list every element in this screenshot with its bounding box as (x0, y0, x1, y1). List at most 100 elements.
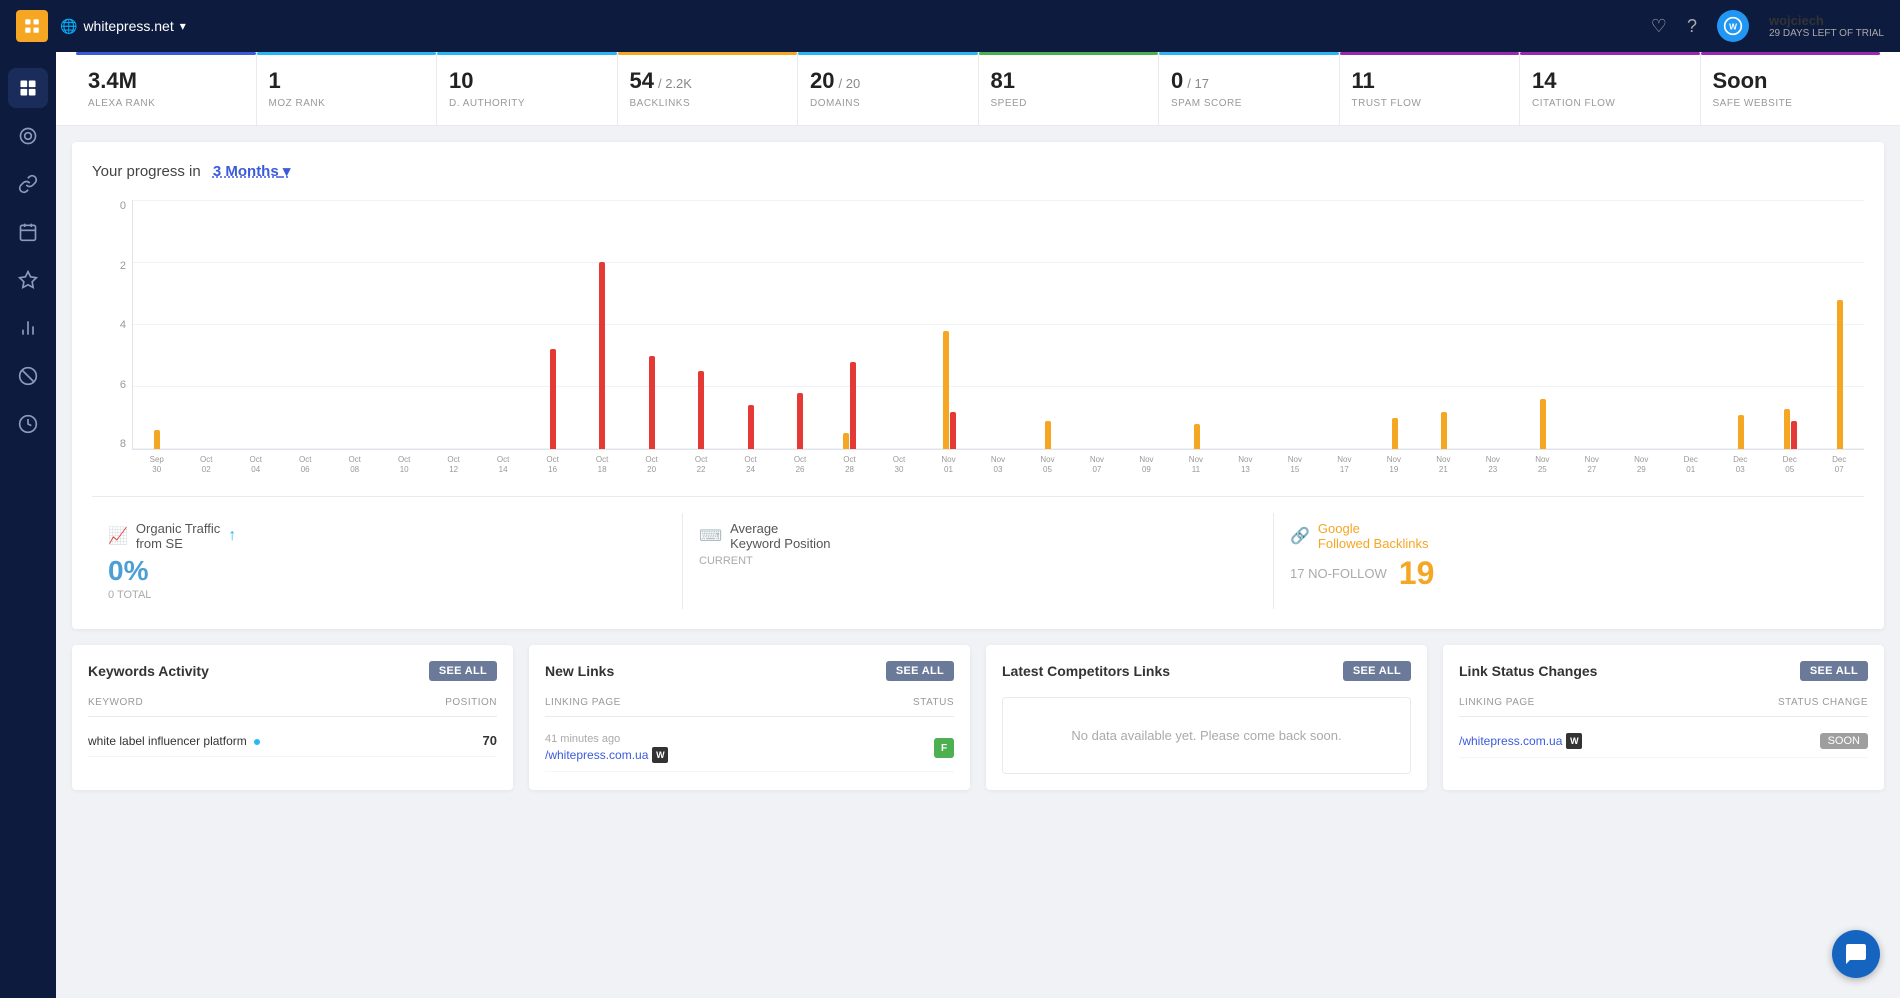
chart-x-label: Nov11 (1171, 455, 1220, 474)
metric-value: 81 (991, 68, 1147, 94)
user-info[interactable]: wojciech 29 DAYS LEFT OF TRIAL (1769, 13, 1884, 39)
chart-y-label: 4 (92, 319, 132, 331)
metric-label: MOZ RANK (269, 98, 425, 109)
chart-x-label: Nov09 (1122, 455, 1171, 474)
chart-x-label: Oct14 (478, 455, 527, 474)
sidebar-item-block[interactable] (8, 356, 48, 396)
domain-name: whitepress.net (83, 18, 173, 34)
bar-group (1024, 200, 1072, 449)
link-url: /whitepress.com.ua W (545, 747, 668, 763)
sidebar-item-links[interactable] (8, 164, 48, 204)
stat-label-keyword: AverageKeyword Position (730, 521, 830, 551)
bar-group (1470, 200, 1518, 449)
bar-group (1519, 200, 1567, 449)
sidebar-item-calendar[interactable] (8, 212, 48, 252)
trend-icon: 📈 (108, 526, 128, 546)
bar-group (1767, 200, 1815, 449)
svg-text:W: W (1729, 21, 1737, 31)
sidebar (0, 52, 56, 998)
link-status-row: /whitepress.com.ua W SOON (1459, 725, 1868, 758)
chart-x-label: Nov05 (1023, 455, 1072, 474)
chart-x-label: Oct22 (676, 455, 725, 474)
favicon2: W (1566, 733, 1582, 749)
metrics-bar: 3.4MALEXA RANK1MOZ RANK10D. AUTHORITY54/… (56, 52, 1900, 126)
traffic-value: 0% (108, 555, 666, 587)
card-keywords-header: Keywords Activity SEE ALL (88, 661, 497, 681)
bar-group (678, 200, 726, 449)
card-competitor-title: Latest Competitors Links (1002, 663, 1170, 679)
keywords-see-all-button[interactable]: SEE ALL (429, 661, 497, 681)
status-link-url: /whitepress.com.ua W (1459, 733, 1582, 749)
metric-value: 54/ 2.2K (630, 68, 786, 94)
bar-group (1420, 200, 1468, 449)
bar-group (183, 200, 231, 449)
chat-button[interactable] (1832, 930, 1880, 978)
card-link-status-title: Link Status Changes (1459, 663, 1597, 679)
chart-x-label: Dec01 (1666, 455, 1715, 474)
chart-y-label: 6 (92, 379, 132, 391)
bar-group (826, 200, 874, 449)
link-status-badge: F (934, 738, 954, 758)
heart-icon[interactable]: ♡ (1651, 16, 1667, 37)
card-competitor-links: Latest Competitors Links SEE ALL No data… (986, 645, 1427, 790)
domain-selector[interactable]: 🌐 whitepress.net ▾ (60, 18, 186, 35)
sidebar-item-time[interactable] (8, 404, 48, 444)
metric-spam-score: 0/ 17SPAM SCORE (1159, 52, 1340, 125)
metric-label: SPAM SCORE (1171, 98, 1327, 109)
stat-keyword-position: ⌨ AverageKeyword Position CURRENT (683, 513, 1274, 609)
chart-x-label: Sep30 (132, 455, 181, 474)
card-link-status: Link Status Changes SEE ALL LINKING PAGE… (1443, 645, 1884, 790)
progress-header: Your progress in 3 Months ▾ (92, 162, 1864, 180)
link-status-col-headers: LINKING PAGE STATUS CHANGE (1459, 697, 1868, 717)
sidebar-item-tools[interactable] (8, 260, 48, 300)
sidebar-item-dashboard[interactable] (8, 68, 48, 108)
new-link-row: 41 minutes ago /whitepress.com.ua W F (545, 725, 954, 772)
metric-backlinks: 54/ 2.2KBACKLINKS (618, 52, 799, 125)
link-status-see-all-button[interactable]: SEE ALL (1800, 661, 1868, 681)
keyword-text: white label influencer platform (88, 734, 260, 748)
linking-page-col: LINKING PAGE (545, 697, 621, 708)
bar-group (579, 200, 627, 449)
chevron-down-icon: ▾ (180, 19, 186, 33)
bar-group (1817, 200, 1865, 449)
chart-x-label: Nov13 (1221, 455, 1270, 474)
help-icon[interactable]: ? (1687, 16, 1697, 37)
sidebar-item-analytics[interactable] (8, 116, 48, 156)
chart-x-label: Nov23 (1468, 455, 1517, 474)
main-content: 3.4MALEXA RANK1MOZ RANK10D. AUTHORITY54/… (56, 52, 1900, 806)
period-selector[interactable]: 3 Months ▾ (213, 162, 291, 180)
bar-group (876, 200, 924, 449)
globe-icon: 🌐 (60, 18, 77, 35)
new-links-see-all-button[interactable]: SEE ALL (886, 661, 954, 681)
status-change-col: STATUS CHANGE (1778, 697, 1868, 708)
linking-page-col2: LINKING PAGE (1459, 697, 1535, 708)
bar-group (1321, 200, 1369, 449)
keywords-col-headers: KEYWORD POSITION (88, 697, 497, 717)
chart-x-label: Nov07 (1072, 455, 1121, 474)
bar-group (1222, 200, 1270, 449)
bar-group (777, 200, 825, 449)
sidebar-item-chart[interactable] (8, 308, 48, 348)
progress-prefix: Your progress in (92, 163, 201, 180)
metric-alexa-rank: 3.4MALEXA RANK (76, 52, 257, 125)
bar-group (628, 200, 676, 449)
stat-header-keyword: ⌨ AverageKeyword Position (699, 521, 1257, 551)
chart-x-label: Nov25 (1518, 455, 1567, 474)
chart-x-label: Nov19 (1369, 455, 1418, 474)
bar-group (1569, 200, 1617, 449)
chart-x-label: Oct16 (528, 455, 577, 474)
link-time: 41 minutes ago (545, 733, 668, 745)
card-new-links-title: New Links (545, 663, 614, 679)
bar-group (331, 200, 379, 449)
stat-organic-traffic: 📈 Organic Trafficfrom SE ↑ 0% 0 TOTAL (92, 513, 683, 609)
cards-row: Keywords Activity SEE ALL KEYWORD POSITI… (56, 645, 1900, 806)
metric-label: ALEXA RANK (88, 98, 244, 109)
chart-x-label: Nov15 (1270, 455, 1319, 474)
metric-d.-authority: 10D. AUTHORITY (437, 52, 618, 125)
bar-group (133, 200, 181, 449)
competitor-see-all-button[interactable]: SEE ALL (1343, 661, 1411, 681)
keyword-row: white label influencer platform 70 (88, 725, 497, 757)
metric-value: 10 (449, 68, 605, 94)
progress-section: Your progress in 3 Months ▾ 86420 Sep30O… (72, 142, 1884, 629)
card-new-links-header: New Links SEE ALL (545, 661, 954, 681)
